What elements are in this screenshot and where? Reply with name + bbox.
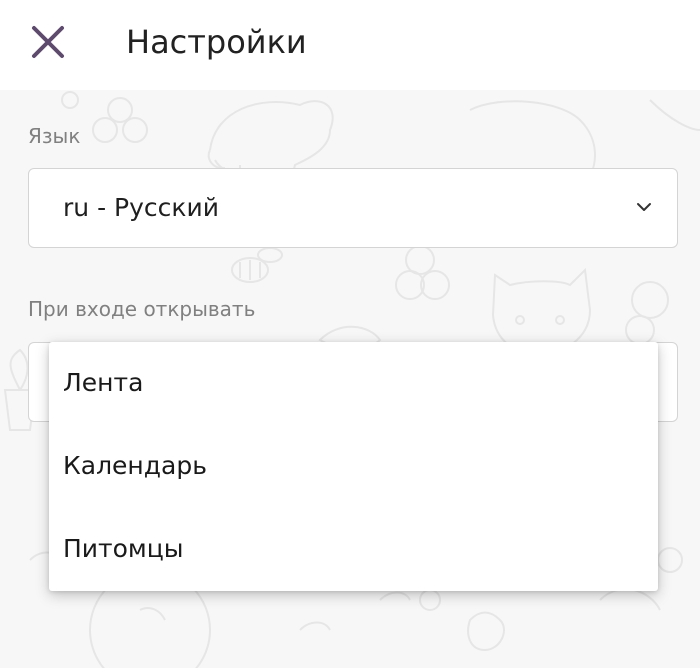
close-button[interactable] [26, 20, 70, 64]
menu-item-calendar[interactable]: Календарь [49, 425, 658, 508]
menu-item-pets[interactable]: Питомцы [49, 508, 658, 591]
app-header: Настройки [0, 0, 700, 90]
chevron-down-icon [637, 203, 651, 211]
language-select-value: ru - Русский [63, 193, 219, 222]
language-select[interactable]: ru - Русский [28, 168, 678, 248]
close-icon [32, 26, 64, 58]
open-on-start-label: При входе открывать [28, 297, 256, 321]
language-label: Язык [28, 124, 81, 148]
menu-item-label: Лента [63, 368, 144, 397]
menu-item-feed[interactable]: Лента [49, 342, 658, 425]
menu-item-label: Календарь [63, 451, 207, 480]
open-on-start-dropdown-menu: Лента Календарь Питомцы [49, 342, 658, 591]
menu-item-label: Питомцы [63, 534, 184, 563]
page-title: Настройки [126, 23, 307, 61]
